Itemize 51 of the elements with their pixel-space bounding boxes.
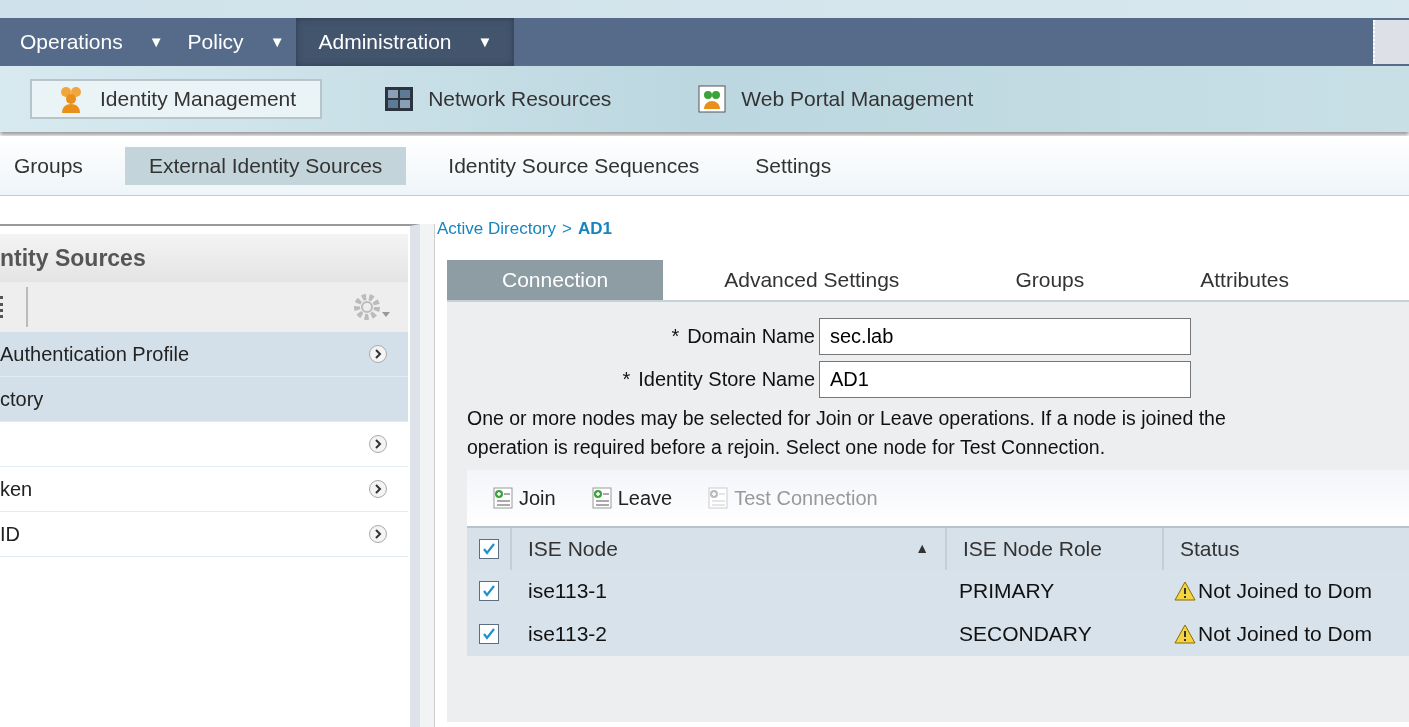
warning-icon [1174, 624, 1196, 644]
checkbox[interactable] [478, 624, 499, 644]
sub-nav-tab[interactable]: Network Resources [360, 79, 636, 119]
table-cell-text: SECONDARY [958, 621, 1093, 648]
required-mark: * [671, 324, 680, 349]
info-text: One or more nodes may be selected for Join or Leave operations. If a node is joined the [467, 405, 1227, 431]
sidebar-item[interactable]: Authentication Profile [0, 332, 408, 377]
info-text: operation is required before a rejoin. Select one node for Test Connection. [467, 434, 1107, 460]
panel-title: ntity Sources [0, 234, 408, 282]
table-cell-text: ise113-2 [527, 621, 608, 648]
chevron-right-icon[interactable] [368, 344, 388, 364]
chevron-right-icon[interactable] [368, 434, 388, 454]
toolbar-button[interactable]: Leave [589, 482, 673, 513]
grid-icon [384, 84, 415, 114]
nav-menu[interactable]: Operations ▼ [8, 18, 176, 66]
table-cell-text: ise113-1 [527, 578, 608, 605]
table-cell-text: Not Joined to Dom [1198, 621, 1372, 648]
sort-icon: ▲ [915, 538, 929, 559]
list-icon[interactable] [0, 296, 6, 318]
caret-icon: ▼ [269, 30, 285, 54]
chevron-right-icon[interactable] [368, 524, 388, 544]
chevron-right-icon[interactable] [368, 479, 388, 499]
section-tab[interactable]: Settings [741, 146, 846, 185]
nav-menu[interactable]: Administration ▼ [296, 18, 515, 66]
input-field[interactable]: sec.lab [819, 317, 1191, 355]
breadcrumb-current: AD1 [577, 218, 612, 240]
node-list-icon [706, 485, 731, 510]
section-tab[interactable]: Identity Source Sequences [434, 146, 714, 185]
sub-nav-tab[interactable]: Web Portal Management [673, 79, 998, 119]
input-field[interactable]: AD1 [819, 360, 1191, 398]
portal-icon [697, 84, 728, 114]
checkbox[interactable] [478, 581, 499, 601]
nav-menu[interactable]: Policy ▼ [175, 18, 297, 66]
toolbar-button[interactable]: Join [491, 482, 556, 513]
section-tab[interactable]: External Identity Sources [124, 146, 407, 185]
node-list-icon [589, 485, 614, 510]
checkbox[interactable] [478, 538, 499, 559]
breadcrumb-link[interactable]: Active Directory [437, 216, 557, 242]
field-label: Identity Store Name [638, 367, 815, 392]
section-tab[interactable]: Groups [0, 146, 97, 185]
field-label: Domain Name [687, 324, 815, 349]
caret-icon: ▼ [477, 30, 493, 54]
node-list-icon [491, 485, 515, 510]
breadcrumb-separator: > [562, 218, 572, 240]
sub-nav-tab[interactable]: Identity Management [30, 79, 323, 119]
caret-icon: ▼ [148, 30, 164, 54]
table-cell-text: Not Joined to Dom [1198, 578, 1372, 605]
table-cell-text: PRIMARY [958, 578, 1056, 605]
required-mark: * [622, 367, 631, 392]
sidebar-item[interactable]: ctory [0, 377, 408, 422]
warning-icon [1174, 581, 1196, 601]
